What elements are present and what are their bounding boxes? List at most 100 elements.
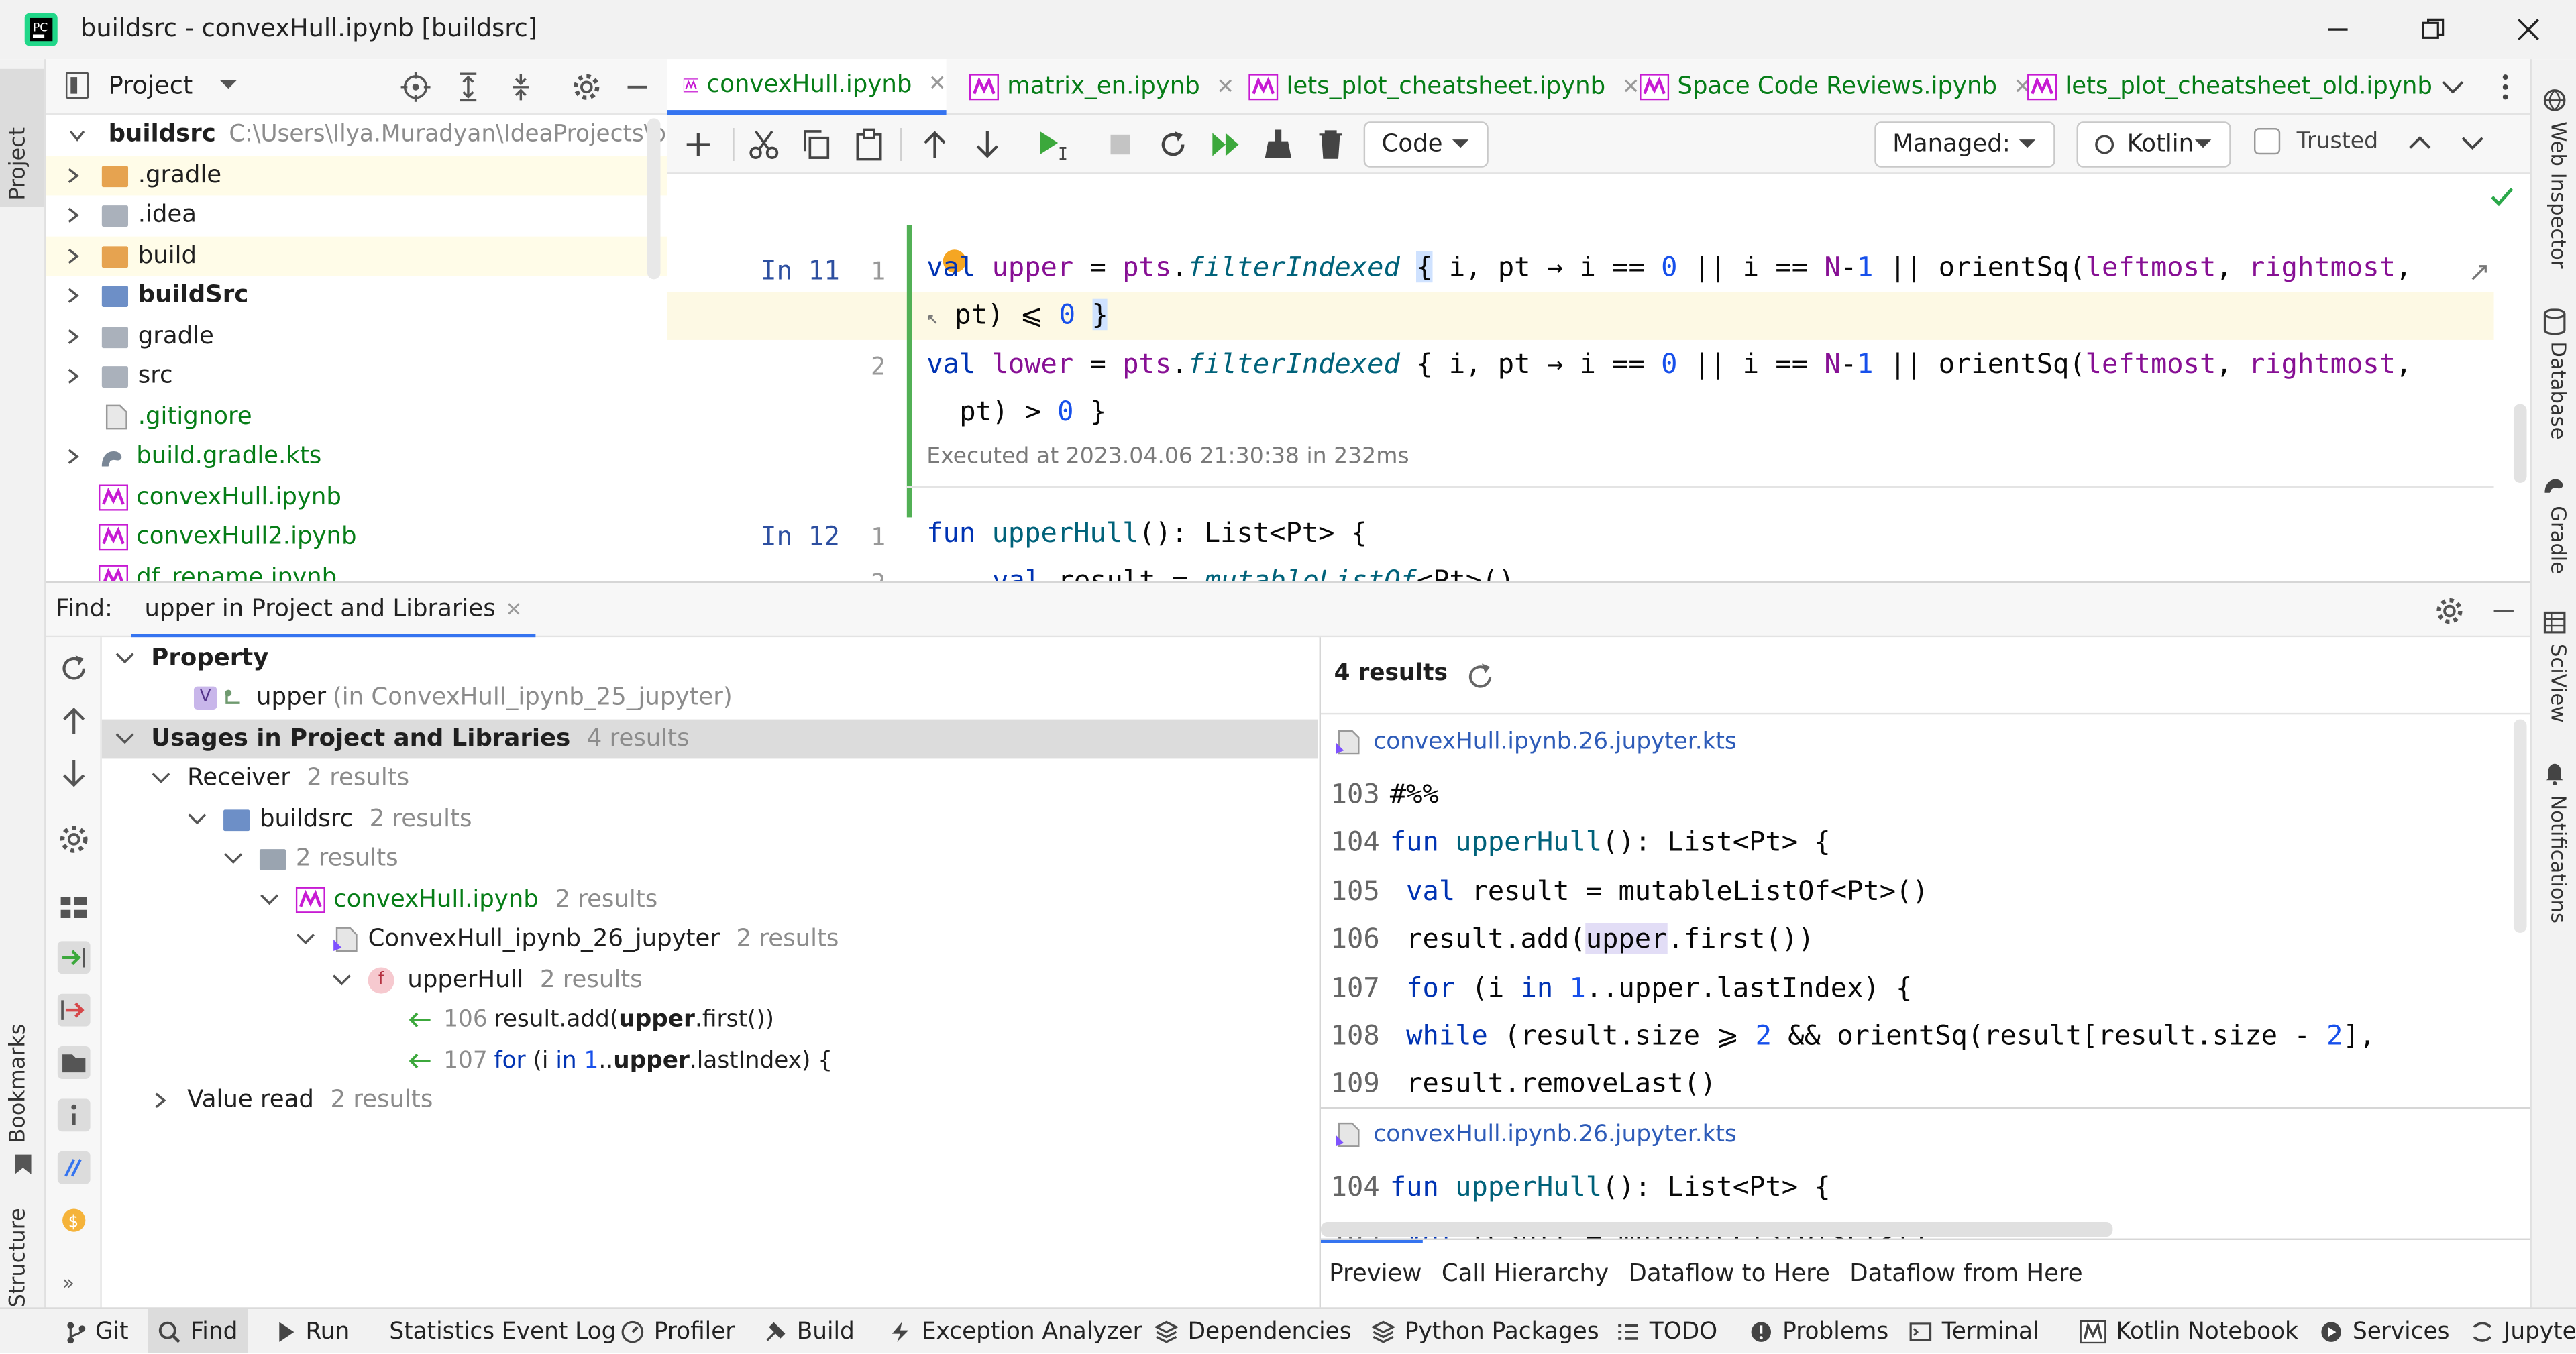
database-tool-label[interactable]: Database [2546,341,2571,439]
more-tools-icon[interactable]: » [62,1272,74,1294]
find-tool-button[interactable]: Find [148,1308,248,1353]
move-cell-up-icon[interactable] [918,128,951,161]
navigate-out-icon[interactable] [57,993,91,1027]
tree-node-usages[interactable]: Usages in Project and Libraries 4 results [115,720,690,759]
tree-node-upper[interactable]: Vupper (in ConvexHull_ipynb_25_jupyter) [193,678,733,718]
move-cell-down-icon[interactable] [971,128,1004,161]
tree-item-df-rename[interactable]: df_rename.ipynb [46,559,667,581]
filter-files-icon[interactable] [57,1046,91,1079]
editor-scrollbar[interactable] [2513,404,2527,483]
cut-icon[interactable] [747,128,780,161]
notifications-tool-label[interactable]: Notifications [2546,795,2571,923]
preview-file-link[interactable]: convexHull.ipynb.26.jupyter.kts [1334,1122,1737,1148]
collapse-all-icon[interactable] [506,72,535,102]
find-tab[interactable]: upper in Project and Libraries ✕ [131,583,535,639]
group-by-icon[interactable] [58,892,91,925]
tree-node-class[interactable]: ConvexHull_ipynb_26_jupyter 2 results [296,919,839,959]
tree-node-package[interactable]: 2 results [223,839,398,879]
project-view-selector[interactable]: Project [109,70,239,100]
restore-button[interactable] [2408,10,2457,50]
kotlin-notebook-button[interactable]: Kotlin Notebook [2080,1309,2298,1353]
locate-icon[interactable] [400,72,431,102]
git-tool-button[interactable]: Git [66,1309,129,1353]
tree-node-value-read[interactable]: Value read 2 results [151,1080,433,1120]
python-packages-button[interactable]: Python Packages [1371,1309,1599,1353]
paste-icon[interactable] [853,128,885,161]
exception-analyzer-button[interactable]: Exception Analyzer [889,1309,1142,1353]
tree-item-src[interactable]: src [46,356,667,396]
tree-item-build-gradle-kts[interactable]: build.gradle.kts [46,437,667,476]
hide-panel-icon[interactable] [2491,596,2517,626]
statistics-event-log-button[interactable]: Statistics Event Log [389,1309,616,1353]
tab-call-hierarchy[interactable]: Call Hierarchy [1442,1261,1609,1288]
managed-select[interactable]: Managed: [1874,121,2055,168]
terminal-tool-button[interactable]: Terminal [1909,1309,2039,1353]
tree-item-build[interactable]: build [46,236,667,276]
tab-dataflow-to-here[interactable]: Dataflow to Here [1628,1261,1829,1288]
tree-node-buildsrc[interactable]: buildsrc 2 results [187,800,472,840]
next-cell-icon[interactable] [2461,135,2484,151]
tab-convexhull[interactable]: convexHull.ipynb ✕ [667,59,947,115]
jupyter-tool-button[interactable]: Jupyter [2471,1309,2576,1353]
clear-outputs-icon[interactable] [1262,128,1295,161]
navigate-in-icon[interactable] [57,941,91,974]
minimize-button[interactable] [2313,10,2362,50]
info-icon[interactable] [57,1098,91,1132]
trusted-checkbox[interactable]: Trusted [2254,128,2378,155]
build-tool-button[interactable]: Build [764,1309,855,1353]
preview-file-link[interactable]: convexHull.ipynb.26.jupyter.kts [1334,729,1737,756]
tree-item-idea[interactable]: .idea [46,195,667,235]
close-tab-icon[interactable]: ✕ [1622,74,1640,99]
close-window-button[interactable] [2504,10,2553,50]
restart-kernel-icon[interactable] [1157,128,1189,161]
tree-root[interactable]: buildsrc C:\Users\Ilya.Muradyan\IdeaProj… [46,115,667,154]
tree-item-buildsrc[interactable]: buildSrc [46,276,667,315]
arrow-down-icon[interactable] [58,757,91,790]
close-tab-icon[interactable]: ✕ [928,72,947,97]
usage-row[interactable]: 107 for (i in 1..upper.lastIndex) { [407,1041,833,1081]
copy-icon[interactable] [800,128,833,161]
run-all-icon[interactable] [1209,128,1242,161]
web-inspector-tool-label[interactable]: Web Inspector [2546,121,2571,268]
pin-coin-icon[interactable]: $ [58,1204,91,1237]
tab-preview[interactable]: Preview [1329,1261,1421,1288]
close-tab-icon[interactable]: ✕ [1216,74,1234,99]
project-tool-label[interactable]: Project [7,127,32,201]
run-tool-button[interactable]: Run [276,1309,350,1353]
usage-row[interactable]: 106 result.add(upper.first()) [407,1000,774,1039]
dependencies-tool-button[interactable]: Dependencies [1155,1309,1352,1353]
tree-item-gradle-dir[interactable]: .gradle [46,156,667,196]
rerun-icon[interactable] [58,652,91,685]
hide-panel-icon[interactable] [625,72,651,102]
stop-icon[interactable] [1104,128,1137,161]
tab-lets-plot-cheatsheet-old[interactable]: lets_plot_cheatsheet_old.ipynb [2027,59,2432,115]
run-cell-icon[interactable] [1035,128,1068,161]
tree-item-convexhull[interactable]: convexHull.ipynb [46,478,667,518]
todo-tool-button[interactable]: TODO [1617,1309,1717,1353]
refresh-icon[interactable] [1465,662,1495,691]
structure-tool-label[interactable]: Structure [7,1208,32,1307]
services-tool-button[interactable]: Services [2320,1309,2450,1353]
comments-icon[interactable] [57,1151,91,1184]
tree-item-convexhull2[interactable]: convexHull2.ipynb [46,517,667,557]
tab-matrix-en[interactable]: matrix_en.ipynb ✕ [969,59,1234,115]
cell-type-select[interactable]: Code [1363,121,1489,168]
gear-icon[interactable] [58,823,91,856]
sciview-tool-label[interactable]: SciView [2546,644,2571,722]
problems-tool-button[interactable]: Problems [1750,1309,1888,1353]
tree-node-property[interactable]: Property [115,639,268,679]
tab-list-chevron-icon[interactable] [2441,80,2464,95]
tab-space-code-reviews[interactable]: Space Code Reviews.ipynb ✕ [1640,59,2031,115]
more-options-icon[interactable] [2500,74,2510,100]
tab-lets-plot-cheatsheet[interactable]: lets_plot_cheatsheet.ipynb ✕ [1248,59,1640,115]
delete-cell-icon[interactable] [1314,128,1347,161]
gradle-tool-label[interactable]: Gradle [2546,506,2571,574]
tree-node-file[interactable]: convexHull.ipynb 2 results [260,881,657,920]
tree-item-gitignore[interactable]: .gitignore [46,398,667,437]
arrow-up-icon[interactable] [58,705,91,738]
tab-dataflow-from-here[interactable]: Dataflow from Here [1849,1261,2082,1288]
preview-scrollbar[interactable] [2513,719,2527,934]
gear-icon[interactable] [572,72,601,102]
profiler-tool-button[interactable]: Profiler [621,1309,735,1353]
tree-item-gradle[interactable]: gradle [46,317,667,357]
